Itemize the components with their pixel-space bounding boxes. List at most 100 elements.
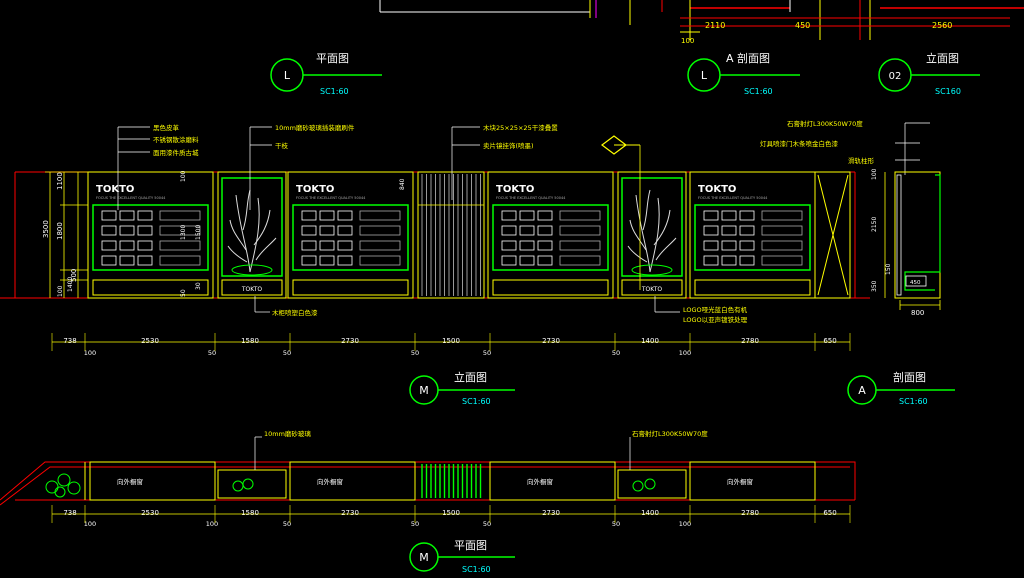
title-block-elev-top: 02 立面图 SC160 [878,51,980,96]
height-dim: 1800 [56,222,64,240]
title-badge: M [419,384,429,397]
window-label: 向外橱窗 [527,477,553,486]
brand-logo: TOKTO [96,184,134,195]
dim-label: 650 [823,337,836,345]
annotation: 10mm磨砂玻璃插装磨刷件 [275,123,355,132]
title-scale: SC1:60 [899,397,928,406]
section-dim: 350 [871,280,878,292]
annotation: LOGO哑光蓝白色有机 [683,305,748,314]
title-text: 立面图 [454,370,487,384]
section-dim: 150 [885,263,892,275]
dim-label: 1500 [442,509,460,517]
top-partial-drawing: 2110 450 2560 100 [379,0,1024,45]
elev-dim-labels: 738 2530 1580 2730 1500 2730 1400 2780 650100 50 5… [51,333,851,357]
brand-subtitle: FOCUS THE EXCELLENT QUALITY 50044 [496,196,566,200]
brand-logo: TOKTO [296,184,334,195]
brand-subtitle: FOCUS THE EXCELLENT QUALITY 50044 [296,196,366,200]
top-dim-4: 100 [681,37,694,45]
plan-dim-labels: 738 2530 1580 2730 1500 2730 1400 2780 650 100 100… [51,505,851,528]
dim-label: 2780 [741,509,759,517]
annotation: 黑色皮革 [153,123,180,132]
cad-drawing: 2110 450 2560 100 L 平面图 SC1:60 L A 剖面图 S… [0,0,1024,574]
dim-sub-label: 100 [679,349,691,357]
dim-sub-label: 100 [84,349,96,357]
section-dim: 450 [910,280,921,286]
section-dim: 100 [871,168,878,180]
title-scale: SC1:60 [744,87,773,96]
dim-sub-label: 100 [206,520,218,528]
dim-label: 1580 [241,509,259,517]
dim-label: 650 [823,509,836,517]
dim-label: 2530 [141,337,159,345]
dim-label: 2730 [341,337,359,345]
small-dim: 100 [180,170,187,182]
section-a-right: 450 100 2150 150 350 800 [871,168,941,317]
section-dim: 2150 [871,217,878,232]
title-scale: SC1:60 [462,565,491,574]
title-block-section-right: A 剖面图 SC1:60 [847,370,955,406]
title-text: A 剖面图 [726,51,770,65]
title-text: 剖面图 [893,370,926,384]
display-window-1: TOKTO FOCUS THE EXCELLENT QUALITY 50044 [92,184,209,296]
annotation: 石膏射灯L300K50W70度 [632,429,708,438]
brand-logo: TOKTO [496,184,534,195]
dim-sub-label: 50 [612,349,620,357]
title-block-plan-top: L 平面图 SC1:60 [270,52,382,96]
brand-subtitle: FOCUS THE EXCELLENT QUALITY 50044 [698,196,768,200]
annotation: 木块25×25×25干漆叠置 [483,123,558,132]
dim-sub-label: 100 [679,520,691,528]
dim-label: 2730 [542,337,560,345]
title-text: 平面图 [316,52,349,65]
dim-label: 2780 [741,337,759,345]
title-badge: M [419,551,429,564]
dim-sub-label: 100 [84,520,96,528]
dim-label: 1400 [641,337,659,345]
dim-label: 2530 [141,509,159,517]
shelf-grids [101,210,803,266]
top-dim-2: 450 [795,21,810,30]
annotation: 卖片镜挂饰(喷墨) [483,141,534,150]
window-label: 向外橱窗 [727,477,753,486]
wood-slat-column [417,171,485,299]
brand-logo-small: TOKTO [641,286,663,293]
height-dim: 100 [57,285,64,297]
dim-label: 2730 [542,509,560,517]
brand-logo-small: TOKTO [241,286,263,293]
top-dim-3: 2560 [932,21,952,30]
title-scale: SC1:60 [462,397,491,406]
cross-panel [817,174,849,296]
window-label: 向外橱窗 [117,477,143,486]
annotation: LOGO以亚声镀铁处理 [683,315,748,324]
dim-label: 738 [63,337,76,345]
title-badge: L [701,69,708,82]
annotation: 干枝 [275,141,289,150]
branch-drawing [627,189,677,273]
small-dim: 1300 [180,225,187,240]
small-dim: 50 [180,289,187,297]
display-window-2: TOKTO FOCUS THE EXCELLENT QUALITY 50044 [292,184,409,296]
dim-label: 1500 [442,337,460,345]
plant-panel-2: TOKTO [621,177,683,296]
plant-panel-1: TOKTO [221,177,283,296]
height-dim: 1400 [67,277,74,292]
annotation: 石膏射灯L300K50W70度 [787,119,863,128]
title-block-section-a-top: L A 剖面图 SC1:60 [687,51,800,96]
top-dim-1: 2110 [705,21,725,30]
small-dim: 840 [399,178,406,190]
title-block-elev-main: M 立面图 SC1:60 [409,370,515,406]
plan-view: 向外橱窗 向外橱窗 向外橱窗 向外橱窗 10mm磨砂玻璃 石膏射灯L300K50… [0,429,856,528]
plan-slats [421,464,482,498]
annotation: 10mm磨砂玻璃 [264,429,311,438]
small-dim: 30 [195,282,202,290]
main-elevation: TOKTO FOCUS THE EXCELLENT QUALITY 50044 … [0,119,930,357]
section-dim: 800 [911,309,924,317]
title-scale: SC1:60 [320,87,349,96]
branch-drawing [227,189,277,273]
annotation: 滑轨柱形 [848,156,875,165]
height-dim-total: 3500 [42,220,50,238]
title-badge: L [284,69,291,82]
height-dim: 1100 [56,172,64,190]
window-label: 向外橱窗 [317,477,343,486]
annotation: 灯具喷漆门木条喷金白色漆 [760,139,839,148]
dim-label: 1400 [641,509,659,517]
